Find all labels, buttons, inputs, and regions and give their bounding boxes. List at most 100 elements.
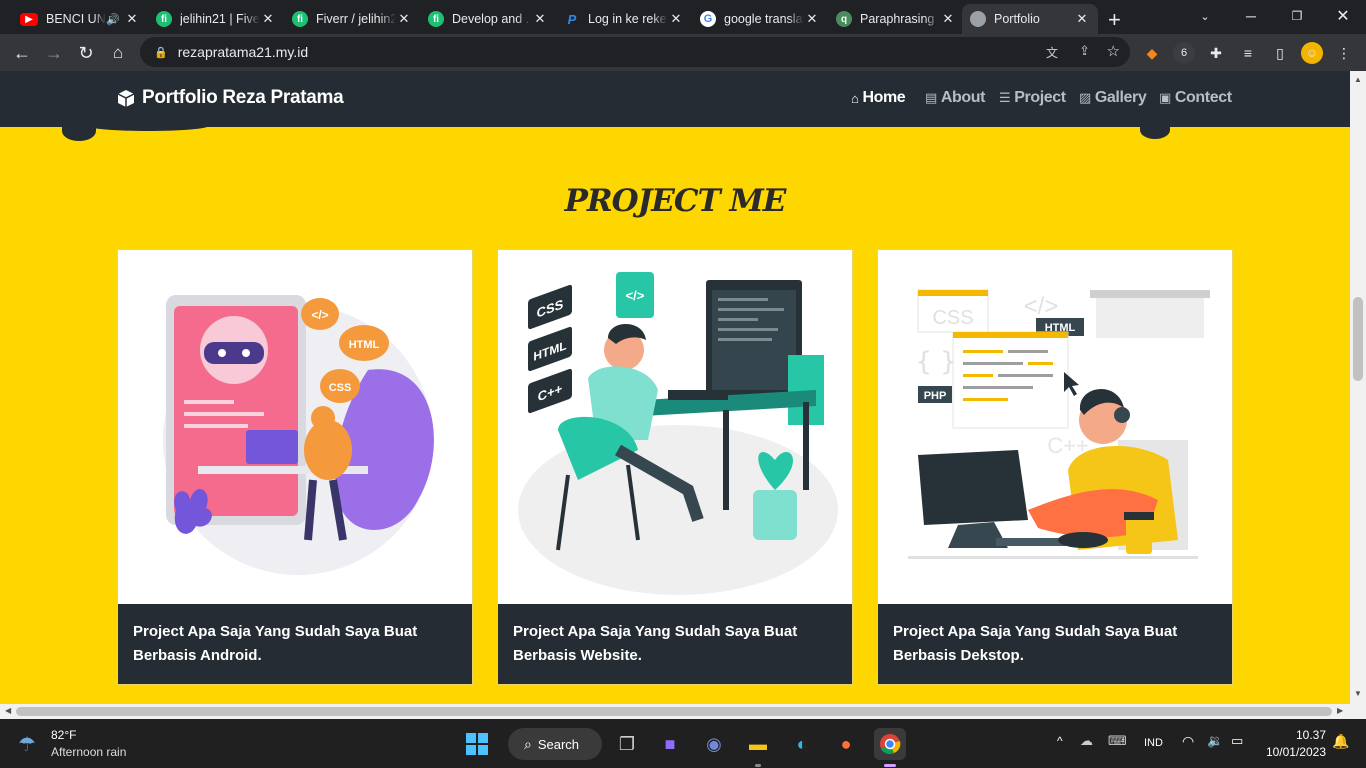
task-view-icon[interactable]: ❐	[611, 728, 643, 760]
fiverr-icon: fi	[156, 11, 172, 27]
tab-google[interactable]: G google translate ✕	[692, 4, 828, 34]
close-tab-icon[interactable]: ✕	[1074, 11, 1090, 27]
tab-fiverr-2[interactable]: fi Fiverr / jelihin21 ✕	[284, 4, 420, 34]
extensions-puzzle-icon[interactable]: ✚	[1205, 42, 1227, 64]
new-tab-button[interactable]: +	[1108, 7, 1121, 33]
volume-icon[interactable]: 🔉	[1207, 733, 1223, 749]
close-window-button[interactable]: ✕	[1320, 0, 1366, 32]
clock-time[interactable]: 10.37	[1262, 728, 1326, 742]
weather-temperature[interactable]: 82°F	[51, 728, 76, 742]
profile-avatar[interactable]: ☺	[1301, 42, 1323, 64]
lock-icon: 🔒	[154, 46, 168, 59]
reload-button[interactable]: ↻	[73, 40, 99, 66]
scroll-up-arrow-icon[interactable]: ▲	[1354, 75, 1362, 84]
taskbar-search[interactable]: ⌕ Search	[508, 728, 602, 760]
speaker-icon[interactable]: 🔊	[106, 13, 120, 26]
home-button[interactable]: ⌂	[105, 40, 131, 66]
chrome-icon[interactable]	[874, 728, 906, 760]
tray-overflow-chevron-icon[interactable]: ^	[1057, 734, 1063, 748]
tab-title: Fiverr / jelihin21	[316, 12, 396, 26]
menu-kebab-icon[interactable]: ⋮	[1333, 42, 1355, 64]
navbar-drip-decoration	[1140, 121, 1170, 139]
nav-project[interactable]: ☰ Project	[999, 89, 1066, 107]
card-tag: { }	[915, 347, 956, 377]
bookmark-star-icon[interactable]: ☆	[1107, 42, 1120, 60]
share-icon[interactable]: ⇪	[1079, 43, 1090, 59]
notification-bell-icon[interactable]: 🔔	[1332, 733, 1349, 750]
tab-youtube[interactable]: ▶ BENCI UNTUK MENCINTA 🔊 ✕	[12, 4, 148, 34]
tab-paraphrasing[interactable]: q Paraphrasing ✕	[828, 4, 964, 34]
wifi-icon[interactable]: ◠	[1182, 733, 1194, 750]
web-developer-illustration: CSS HTML C++ </>	[498, 250, 852, 604]
project-card-desktop[interactable]: CSS </> HTML PHP { } C++ Project Apa Saj…	[877, 249, 1233, 685]
paypal-icon: P	[567, 11, 577, 27]
metamask-icon[interactable]: ◆	[1141, 42, 1163, 64]
battery-icon[interactable]: ▭	[1231, 733, 1243, 749]
web-page: Portfolio Reza Pratama ⌂ Home ▤ About ☰ Pro…	[0, 71, 1350, 704]
minimize-button[interactable]: ─	[1228, 0, 1274, 32]
site-brand[interactable]: Portfolio Reza Pratama	[117, 87, 344, 109]
nav-project-label: Project	[1014, 89, 1066, 106]
weather-description[interactable]: Afternoon rain	[51, 745, 126, 759]
horizontal-scroll-thumb[interactable]	[16, 707, 1332, 716]
onedrive-icon[interactable]: ☁	[1080, 733, 1093, 749]
nav-contact[interactable]: ▣ Contect	[1159, 89, 1232, 107]
nav-home[interactable]: ⌂ Home	[851, 89, 906, 107]
forward-button[interactable]: →	[41, 40, 67, 66]
tab-fiverr-3[interactable]: fi Develop and ... ✕	[420, 4, 556, 34]
extension-6-icon[interactable]: 6	[1173, 42, 1195, 64]
card-caption: Project Apa Saja Yang Sudah Saya Buat Be…	[118, 604, 472, 684]
nav-about[interactable]: ▤ About	[925, 89, 986, 107]
tab-title: Paraphrasing	[860, 12, 935, 26]
tab-title: Log in ke rekening	[588, 12, 668, 26]
close-tab-icon[interactable]: ✕	[668, 11, 684, 27]
scroll-down-arrow-icon[interactable]: ▼	[1354, 689, 1362, 698]
horizontal-scrollbar[interactable]: ◀ ▶	[0, 704, 1366, 719]
project-card-android[interactable]: </> HTML CSS Project Apa Saja Yang Sudah…	[117, 249, 473, 685]
scroll-right-arrow-icon[interactable]: ▶	[1337, 706, 1343, 715]
tab-paypal[interactable]: P Log in ke rekening ✕	[556, 4, 692, 34]
close-tab-icon[interactable]: ✕	[940, 11, 956, 27]
teams-meet-icon[interactable]: ■	[654, 728, 686, 760]
card-tag: </>	[1024, 293, 1059, 320]
media-controls-icon[interactable]: ≡	[1237, 42, 1259, 64]
card-caption: Project Apa Saja Yang Sudah Saya Buat Be…	[878, 604, 1232, 684]
url-text[interactable]: rezapratama21.my.id	[178, 44, 308, 60]
address-bar[interactable]: 🔒 rezapratama21.my.id 文 ⇪ ☆	[140, 37, 1130, 67]
nav-home-label: Home	[862, 89, 906, 106]
file-explorer-icon[interactable]: ▬	[742, 728, 774, 760]
restore-button[interactable]: ❐	[1274, 0, 1320, 32]
navbar-drip-decoration	[88, 121, 208, 131]
vertical-scroll-thumb[interactable]	[1353, 297, 1363, 381]
translate-icon[interactable]: 文	[1046, 44, 1058, 61]
close-tab-icon[interactable]: ✕	[260, 11, 276, 27]
google-icon: G	[700, 11, 716, 27]
nav-gallery[interactable]: ▨ Gallery	[1079, 89, 1147, 107]
keyboard-icon[interactable]: ⌨	[1108, 733, 1127, 749]
firefox-icon[interactable]: ●	[830, 728, 862, 760]
project-card-website[interactable]: CSS HTML C++ </> Project Apa Saja Yang S…	[497, 249, 853, 685]
language-indicator[interactable]: IND	[1144, 737, 1163, 749]
image-icon: ▨	[1079, 90, 1091, 105]
cube-icon	[117, 89, 135, 107]
scroll-left-arrow-icon[interactable]: ◀	[5, 706, 11, 715]
tab-search-button[interactable]: ⌄	[1182, 0, 1228, 32]
side-panel-icon[interactable]: ▯	[1269, 42, 1291, 64]
windows-taskbar: ☂ 82°F Afternoon rain ⌕ Search ❐ ■ ◉ ▬ ◐…	[0, 720, 1366, 768]
clock-date[interactable]: 10/01/2023	[1262, 745, 1326, 759]
card-caption: Project Apa Saja Yang Sudah Saya Buat Be…	[498, 604, 852, 684]
discord-icon[interactable]: ◉	[698, 728, 730, 760]
vertical-scrollbar[interactable]: ▲ ▼	[1350, 71, 1366, 704]
close-tab-icon[interactable]: ✕	[396, 11, 412, 27]
tab-title: Portfolio	[994, 12, 1040, 26]
tab-portfolio[interactable]: Portfolio ✕	[962, 4, 1098, 34]
close-tab-icon[interactable]: ✕	[532, 11, 548, 27]
edge-icon[interactable]: ◐	[786, 728, 818, 760]
card-tag: </>	[626, 288, 645, 303]
tab-title: BENCI UNTUK MENCINTA	[46, 12, 106, 26]
close-tab-icon[interactable]: ✕	[124, 11, 140, 27]
close-tab-icon[interactable]: ✕	[804, 11, 820, 27]
tab-fiverr-1[interactable]: fi jelihin21 | Fiverr ✕	[148, 4, 284, 34]
back-button[interactable]: ←	[9, 40, 35, 66]
windows-start-icon[interactable]	[461, 728, 493, 760]
